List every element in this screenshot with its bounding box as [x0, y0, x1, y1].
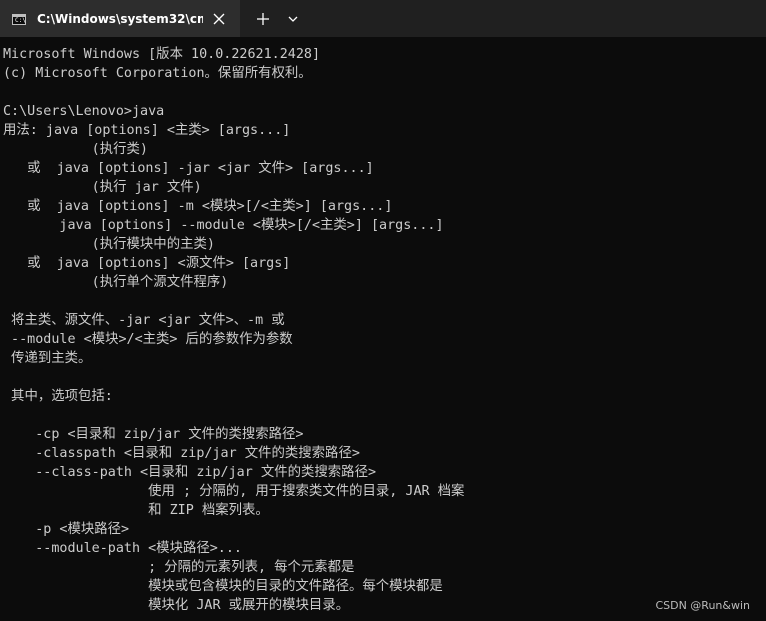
plus-icon[interactable] [251, 8, 275, 30]
console-line: -cp <目录和 zip/jar 文件的类搜索路径> [3, 427, 304, 442]
console-line: --module <模块>/<主类> 后的参数作为参数 [3, 332, 293, 347]
console-output[interactable]: Microsoft Windows [版本 10.0.22621.2428] (… [0, 37, 766, 621]
console-line: --class-path <目录和 zip/jar 文件的类搜索路径> [3, 465, 377, 480]
console-line: 使用 ; 分隔的, 用于搜索类文件的目录, JAR 档案 [3, 484, 465, 499]
console-line: 传递到主类。 [3, 351, 92, 366]
console-line: 或 java [options] -m <模块>[/<主类>] [args...… [3, 199, 393, 214]
console-line: --module-path <模块路径>... [3, 541, 242, 556]
console-line: (执行类) [3, 142, 148, 157]
tab-title: C:\Windows\system32\cmd.e [37, 12, 203, 26]
tab-cmd[interactable]: C:\ C:\Windows\system32\cmd.e [0, 0, 240, 37]
console-line: -classpath <目录和 zip/jar 文件的类搜索路径> [3, 446, 360, 461]
console-line: ; 分隔的元素列表, 每个元素都是 [3, 560, 355, 575]
close-icon[interactable] [209, 9, 229, 29]
console-line: 或 java [options] <源文件> [args] [3, 256, 291, 271]
console-line: (执行单个源文件程序) [3, 275, 229, 290]
console-line: java [options] --module <模块>[/<主类>] [arg… [3, 218, 444, 233]
console-line: -p <模块路径> [3, 522, 130, 537]
console-line: Microsoft Windows [版本 10.0.22621.2428] [3, 47, 321, 62]
console-line: 模块化 JAR 或展开的模块目录。 [3, 598, 350, 613]
console-line: 模块或包含模块的目录的文件路径。每个模块都是 [3, 579, 443, 594]
watermark: CSDN @Run&win [655, 599, 750, 612]
terminal-window: C:\ C:\Windows\system32\cmd.e Microsoft [0, 0, 766, 621]
console-line: 其中，选项包括: [3, 389, 113, 404]
tab-bar: C:\ C:\Windows\system32\cmd.e [0, 0, 766, 37]
console-line: (执行 jar 文件) [3, 180, 202, 195]
console-line: 和 ZIP 档案列表。 [3, 503, 269, 518]
cmd-icon: C:\ [12, 14, 26, 25]
console-line: 用法: java [options] <主类> [args...] [3, 123, 291, 138]
console-line: 将主类、源文件、-jar <jar 文件>、-m 或 [3, 313, 285, 328]
console-line: (c) Microsoft Corporation。保留所有权利。 [3, 66, 312, 81]
chevron-down-icon[interactable] [282, 8, 304, 30]
console-line: (执行模块中的主类) [3, 237, 215, 252]
console-line: C:\Users\Lenovo>java [3, 104, 165, 119]
console-line: 或 java [options] -jar <jar 文件> [args...] [3, 161, 374, 176]
